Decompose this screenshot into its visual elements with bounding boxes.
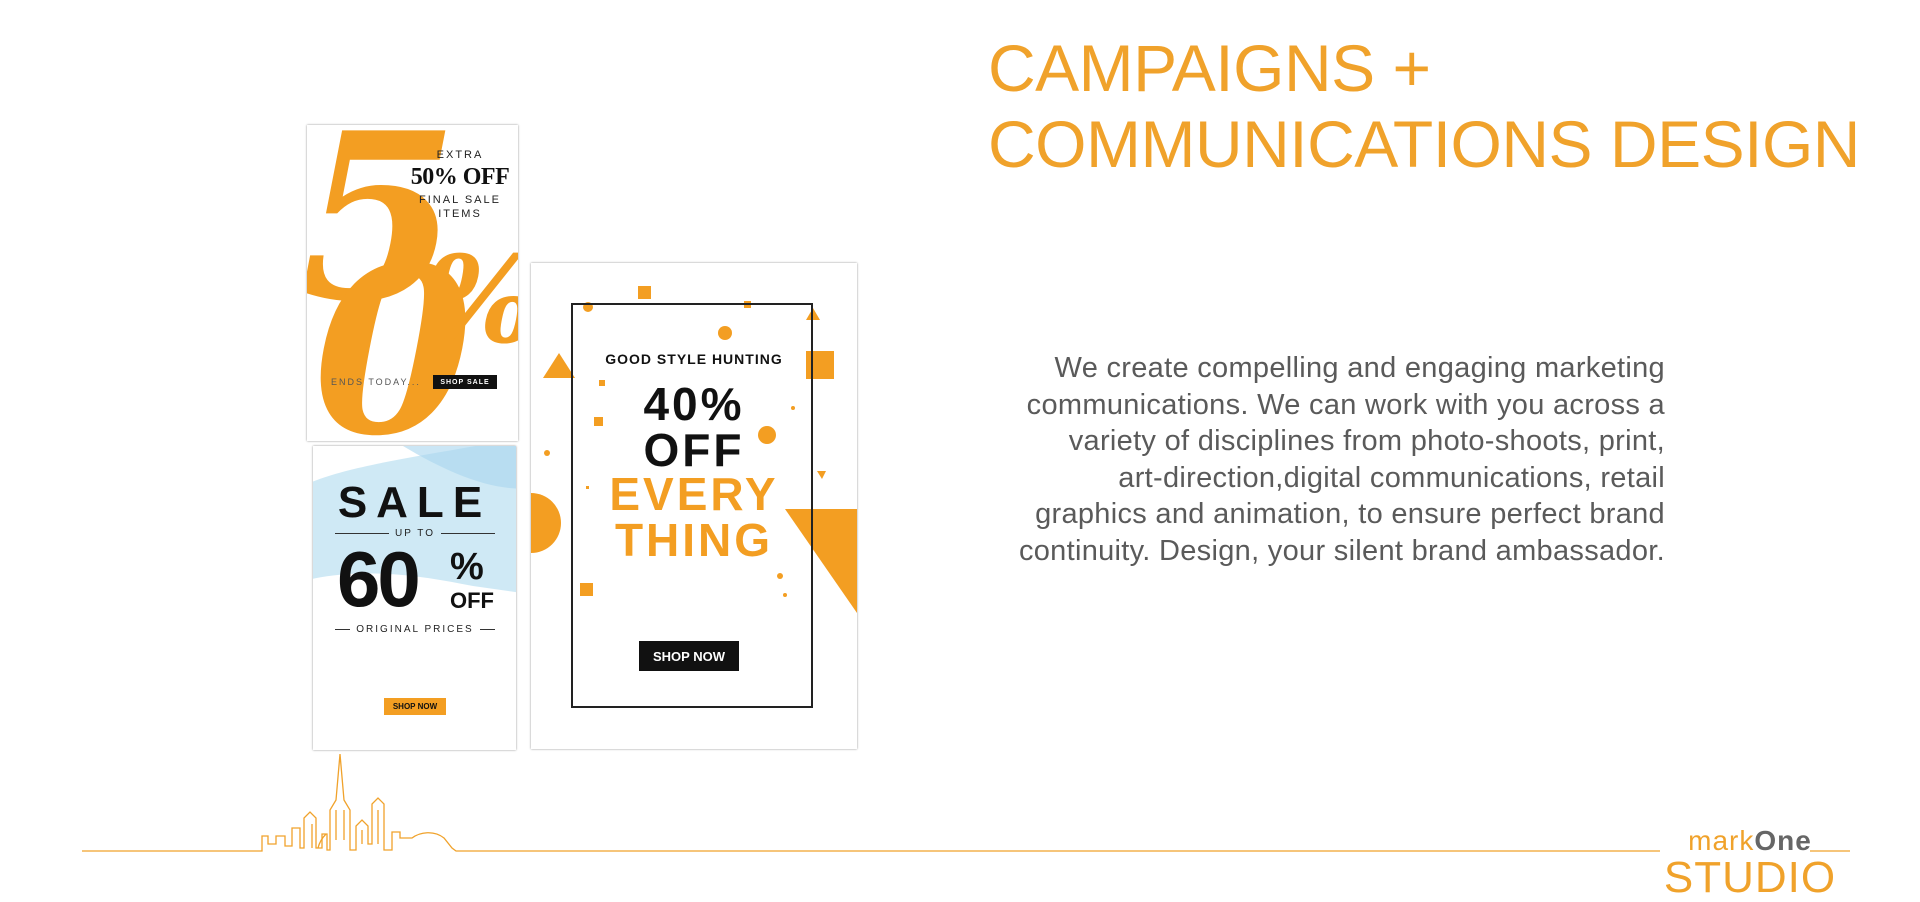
final-sale-line-2: ITEMS (438, 208, 482, 220)
description-line: We create compelling and engaging market… (1054, 352, 1665, 384)
offer-label: 50% OFF (410, 164, 510, 190)
ends-today-label: ENDS TODAY... (331, 377, 421, 387)
poster-extra-50-off: 5 0 % EXTRA 50% OFF FINAL SALE ITEMS END… (307, 125, 518, 441)
page-title-line-1: CAMPAIGNS + (988, 31, 1431, 105)
description-line: variety of disciplines from photo-shoots… (1068, 425, 1665, 457)
final-sale-line-1: FINAL SALE (419, 194, 501, 206)
sale-headline: SALE (337, 478, 492, 527)
everything-label: EVERY THING (531, 471, 857, 563)
description-paragraph: We create compelling and engaging market… (905, 350, 1665, 569)
description-line: communications. We can work with you acr… (1026, 388, 1665, 421)
divider (441, 533, 496, 534)
sixty-number: 60 (337, 535, 421, 623)
original-prices-label: ORIGINAL PRICES (335, 624, 495, 635)
markone-studio-logo: markOne STUDIO (1660, 826, 1840, 900)
divider (335, 629, 351, 630)
shop-now-button: SHOP NOW (384, 698, 446, 715)
description-line: graphics and animation, to ensure perfec… (1035, 498, 1665, 530)
forty-percent-text: 40% (643, 378, 745, 430)
description-line: art-direction,digital communications, re… (1118, 461, 1665, 494)
percent-sign: % (450, 546, 484, 588)
every-text: EVERY (609, 468, 779, 520)
shop-sale-button: SHOP SALE (433, 375, 497, 389)
logo-wordmark: markOne (1660, 826, 1840, 856)
final-sale-label: FINAL SALE ITEMS (405, 193, 515, 221)
good-style-hunting-headline: GOOD STYLE HUNTING (605, 351, 783, 367)
logo-one-text: One (1754, 825, 1812, 856)
page-title: CAMPAIGNS + COMMUNICATIONS DESIGN (988, 30, 1860, 182)
poster-sale-60: SALE UP TO 60 % OFF ORIGINAL PRICES SHOP… (313, 446, 516, 750)
divider (479, 629, 495, 630)
logo-mark-text: mark (1688, 825, 1755, 856)
forty-off-label: 40% OFF (531, 381, 857, 473)
off-label: OFF (450, 588, 494, 613)
shop-now-button: SHOP NOW (639, 641, 739, 671)
skyline-divider (82, 753, 1850, 852)
page-title-line-2: COMMUNICATIONS DESIGN (988, 107, 1860, 181)
extra-label: EXTRA (436, 149, 484, 161)
poster-40-off-everything: GOOD STYLE HUNTING 40% OFF EVERY THING S… (531, 263, 857, 749)
original-prices-text: ORIGINAL PRICES (356, 624, 474, 635)
big-percent-glyph: % (425, 241, 518, 361)
description-line: continuity. Design, your silent brand am… (1018, 534, 1665, 567)
campaign-posters: 5 0 % EXTRA 50% OFF FINAL SALE ITEMS END… (0, 0, 900, 760)
logo-studio-text: STUDIO (1663, 853, 1837, 902)
divider (335, 533, 389, 534)
thing-text: THING (614, 514, 774, 566)
